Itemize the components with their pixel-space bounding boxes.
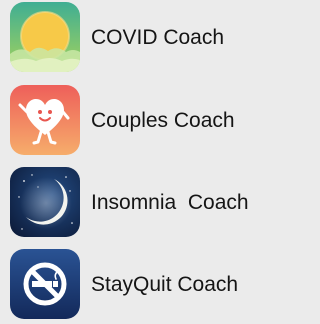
- insomnia-coach-icon[interactable]: [10, 167, 80, 237]
- app-label-covid-coach: COVID Coach: [91, 26, 225, 49]
- app-label-couples-coach: Couples Coach: [91, 109, 235, 132]
- stayquit-coach-icon[interactable]: [10, 249, 80, 319]
- app-item-stayquit-coach[interactable]: StayQuit Coach: [0, 249, 260, 321]
- app-label-insomnia-coach: Insomnia Coach: [91, 191, 249, 214]
- app-list: COVID Coach Couples Coach Insomnia Coach…: [0, 0, 260, 324]
- covid-coach-icon[interactable]: [10, 2, 80, 72]
- app-item-couples-coach[interactable]: Couples Coach: [0, 85, 260, 157]
- app-item-insomnia-coach[interactable]: Insomnia Coach: [0, 167, 260, 239]
- app-label-stayquit-coach: StayQuit Coach: [91, 273, 239, 296]
- app-item-covid-coach[interactable]: COVID Coach: [0, 2, 260, 74]
- couples-coach-icon[interactable]: [10, 85, 80, 155]
